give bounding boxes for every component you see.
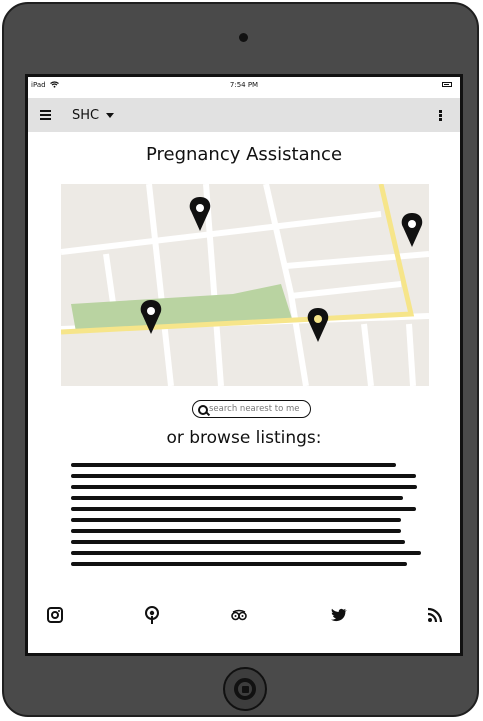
instagram-icon[interactable]: [45, 605, 65, 625]
search-icon: [198, 405, 208, 415]
more-vertical-icon[interactable]: [439, 110, 442, 122]
search-placeholder: search nearest to me: [209, 404, 300, 414]
rss-icon[interactable]: [425, 605, 445, 625]
podcast-icon[interactable]: [142, 605, 162, 625]
battery-icon: [442, 82, 452, 87]
search-field[interactable]: search nearest to me: [192, 400, 311, 418]
app-bar: SHC: [28, 98, 460, 132]
footer-icons: [28, 605, 460, 625]
scribble-lines: [71, 463, 421, 566]
twitter-icon[interactable]: [329, 605, 349, 625]
map[interactable]: [61, 184, 429, 386]
status-bar: iPad 7:54 PM: [28, 77, 460, 93]
browse-heading: or browse listings:: [166, 428, 322, 448]
chevron-down-icon[interactable]: [106, 113, 114, 118]
home-icon: [234, 678, 256, 700]
screen: iPad 7:54 PM SHC Pregnancy Assistance se…: [25, 74, 463, 656]
tripadvisor-icon[interactable]: [229, 605, 249, 625]
camera-icon: [239, 33, 248, 42]
app-title[interactable]: SHC: [72, 108, 99, 123]
page-title: Pregnancy Assistance: [145, 144, 343, 165]
menu-icon[interactable]: [40, 110, 51, 120]
status-time: 7:54 PM: [229, 81, 259, 89]
listings-text: [71, 463, 421, 566]
home-button[interactable]: [223, 667, 267, 711]
tablet-frame: iPad 7:54 PM SHC Pregnancy Assistance se…: [2, 2, 479, 717]
